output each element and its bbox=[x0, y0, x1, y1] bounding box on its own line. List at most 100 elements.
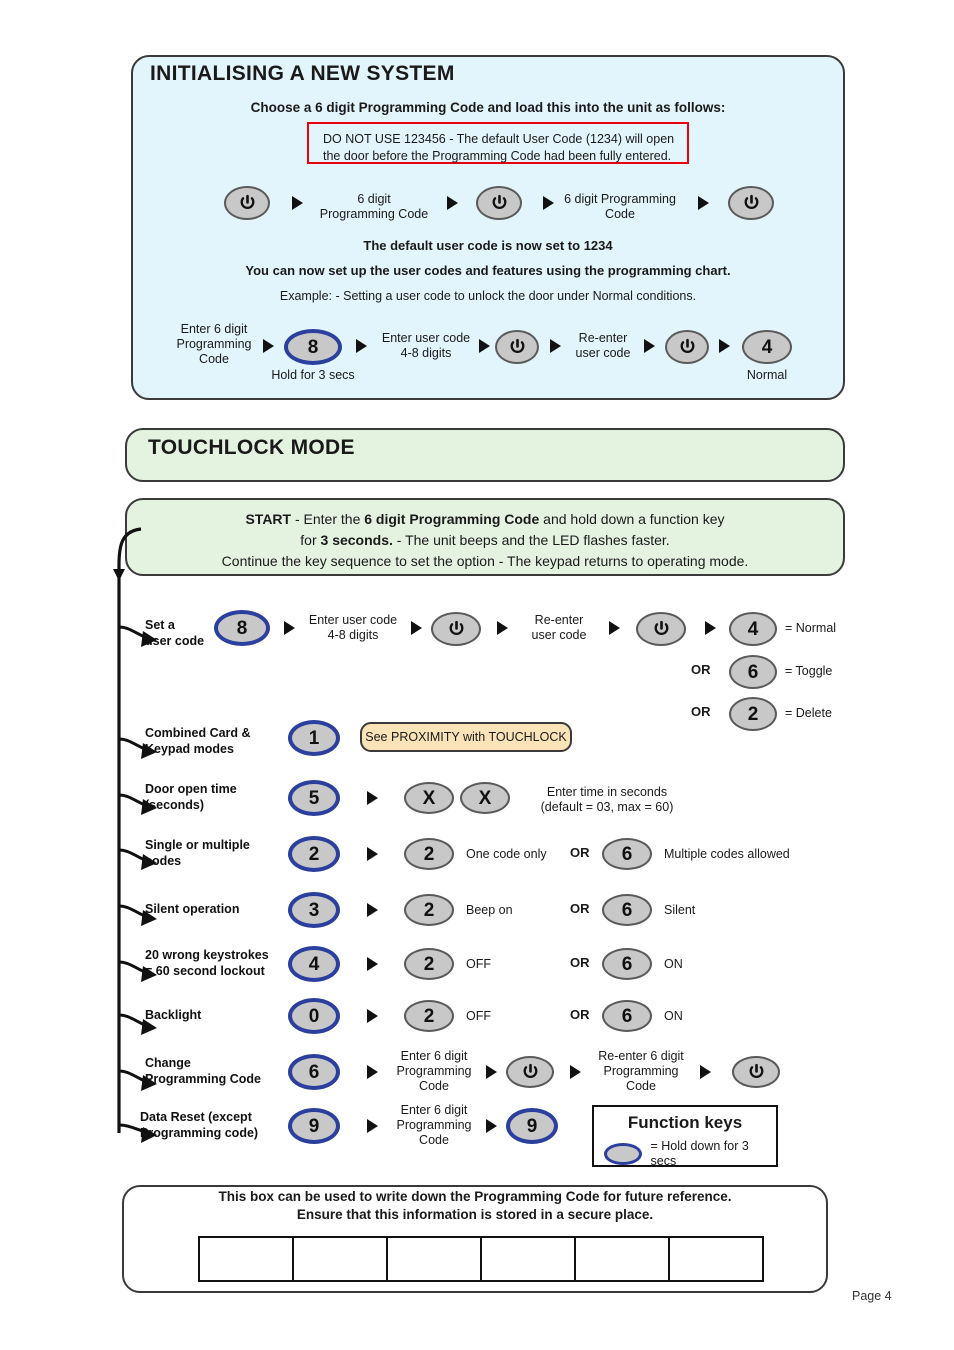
hold-key-8-row1[interactable]: 8 bbox=[214, 610, 270, 646]
x-key-tens[interactable]: X bbox=[404, 782, 454, 814]
row1-reenter-line1: Re-enter bbox=[534, 613, 584, 627]
hold-key-0-row7[interactable]: 0 bbox=[288, 998, 340, 1034]
key-label: 9 bbox=[308, 1115, 320, 1137]
key-label: X bbox=[478, 787, 492, 809]
arrow-row8-3 bbox=[570, 1065, 581, 1079]
or-label-row6: OR bbox=[570, 955, 590, 970]
hold-key-2-row4[interactable]: 2 bbox=[288, 836, 340, 872]
or-label-row5: OR bbox=[570, 901, 590, 916]
arrow-init-2 bbox=[447, 196, 458, 210]
init-step2-line1: 6 digit Programming bbox=[564, 192, 676, 206]
hold-key-1-row2[interactable]: 1 bbox=[288, 720, 340, 756]
normal-label-example: Normal bbox=[746, 368, 788, 382]
key-4-example[interactable]: 4 bbox=[742, 330, 792, 364]
warning-line-2: the door before the Programming Code had… bbox=[323, 149, 672, 163]
key-label: 0 bbox=[308, 1005, 320, 1027]
power-key-example-2[interactable] bbox=[665, 330, 709, 364]
key-label: 8 bbox=[236, 617, 248, 639]
warning-box: DO NOT USE 123456 - The default User Cod… bbox=[307, 122, 689, 164]
key-label: 2 bbox=[423, 953, 435, 975]
row-caption-line1: Combined Card & bbox=[145, 726, 251, 740]
option-key-4-normal[interactable]: 4 bbox=[729, 612, 777, 646]
code-cell[interactable] bbox=[482, 1238, 576, 1280]
row-caption-line2: codes bbox=[145, 853, 182, 868]
power-key-init-1[interactable] bbox=[224, 186, 270, 220]
note-line2: (default = 03, max = 60) bbox=[540, 800, 674, 814]
hold-key-6-row8[interactable]: 6 bbox=[288, 1054, 340, 1090]
option-key-6-silent[interactable]: 6 bbox=[602, 894, 652, 926]
arrow-ex-2 bbox=[356, 339, 367, 353]
arrow-init-1 bbox=[292, 196, 303, 210]
code-cell[interactable] bbox=[576, 1238, 670, 1280]
option-label-toggle: = Toggle bbox=[785, 664, 833, 678]
hold-key-4-row6[interactable]: 4 bbox=[288, 946, 340, 982]
option-key-2-backlight-off[interactable]: 2 bbox=[404, 1000, 454, 1032]
legend-title: Function keys bbox=[627, 1113, 743, 1132]
ex-reenter-line1: Re-enter bbox=[578, 331, 628, 345]
option-key-6-multiple[interactable]: 6 bbox=[602, 838, 652, 870]
power-key-init-2[interactable] bbox=[476, 186, 522, 220]
power-icon bbox=[240, 194, 254, 210]
arrow-row1-3 bbox=[497, 621, 508, 635]
hold-key-9-final[interactable]: 9 bbox=[506, 1108, 558, 1144]
page-number: Page 4 bbox=[852, 1289, 892, 1303]
manual-page: INITIALISING A NEW SYSTEM Choose a 6 dig… bbox=[0, 0, 954, 1350]
row-caption-line1: Silent operation bbox=[145, 902, 240, 916]
row8-enter-text: Enter 6 digit Programming Code bbox=[385, 1049, 483, 1094]
start-line2-bold: 3 seconds. bbox=[320, 532, 393, 548]
option-key-6-backlight-on[interactable]: 6 bbox=[602, 1000, 652, 1032]
init-step2-line2: Code bbox=[605, 207, 635, 221]
initialising-subtitle: Choose a 6 digit Programming Code and lo… bbox=[250, 100, 726, 115]
option-key-6-lockout-on[interactable]: 6 bbox=[602, 948, 652, 980]
power-key-example-1[interactable] bbox=[495, 330, 539, 364]
reenter-line2: Programming bbox=[603, 1064, 679, 1078]
proximity-note-text: See PROXIMITY with TOUCHLOCK bbox=[365, 730, 567, 744]
key-label: 1 bbox=[308, 727, 320, 749]
row-caption-line1: Door open time bbox=[145, 782, 237, 796]
arrow-ex-5 bbox=[644, 339, 655, 353]
option-label-lockout-off: OFF bbox=[466, 957, 491, 971]
example-enter-code-text: Enter 6 digit Programming Code bbox=[160, 322, 268, 367]
code-cell[interactable] bbox=[388, 1238, 482, 1280]
power-key-init-3[interactable] bbox=[728, 186, 774, 220]
hold-key-3-row5[interactable]: 3 bbox=[288, 892, 340, 928]
init-step2-text: 6 digit Programming Code bbox=[556, 192, 684, 222]
hold-key-5-row3[interactable]: 5 bbox=[288, 780, 340, 816]
power-key-row8-1[interactable] bbox=[506, 1056, 554, 1088]
hold-key-8-example[interactable]: 8 bbox=[284, 329, 342, 365]
code-cell[interactable] bbox=[294, 1238, 388, 1280]
key-label: 4 bbox=[747, 618, 759, 640]
power-key-row8-2[interactable] bbox=[732, 1056, 780, 1088]
row1-step-line1: Enter user code bbox=[308, 613, 398, 627]
row-caption-silent-operation: Silent operation bbox=[145, 902, 285, 918]
proximity-note-pill[interactable]: See PROXIMITY with TOUCHLOCK bbox=[360, 722, 572, 752]
arrow-row1-2 bbox=[411, 621, 422, 635]
power-key-row1-1[interactable] bbox=[431, 612, 481, 646]
option-key-2-delete[interactable]: 2 bbox=[729, 697, 777, 731]
power-key-row1-2[interactable] bbox=[636, 612, 686, 646]
x-key-units[interactable]: X bbox=[460, 782, 510, 814]
code-cell[interactable] bbox=[670, 1238, 762, 1280]
arrow-ex-1 bbox=[263, 339, 274, 353]
option-label-lockout-on: ON bbox=[664, 957, 683, 971]
enter-line1: Enter 6 digit bbox=[400, 1049, 468, 1063]
power-icon bbox=[654, 620, 668, 636]
option-key-2-one-code[interactable]: 2 bbox=[404, 838, 454, 870]
row9-enter-text: Enter 6 digit Programming Code bbox=[385, 1103, 483, 1148]
touchlock-title: TOUCHLOCK MODE bbox=[148, 436, 355, 459]
option-key-6-toggle[interactable]: 6 bbox=[729, 655, 777, 689]
ex-enter-line2: Programming bbox=[176, 337, 252, 351]
code-cell[interactable] bbox=[200, 1238, 294, 1280]
key-label: 4 bbox=[308, 953, 320, 975]
option-key-2-beep-on[interactable]: 2 bbox=[404, 894, 454, 926]
hold-key-9-row9[interactable]: 9 bbox=[288, 1108, 340, 1144]
arrow-row5-1 bbox=[367, 903, 378, 917]
option-label-normal: = Normal bbox=[785, 621, 837, 635]
power-icon bbox=[523, 1063, 537, 1079]
option-label-silent: Silent bbox=[664, 903, 696, 917]
arrow-row8-1 bbox=[367, 1065, 378, 1079]
row-caption-line2: Programming code) bbox=[140, 1125, 259, 1140]
option-key-2-lockout-off[interactable]: 2 bbox=[404, 948, 454, 980]
arrow-row7-1 bbox=[367, 1009, 378, 1023]
or-label-delete: OR bbox=[691, 704, 711, 719]
